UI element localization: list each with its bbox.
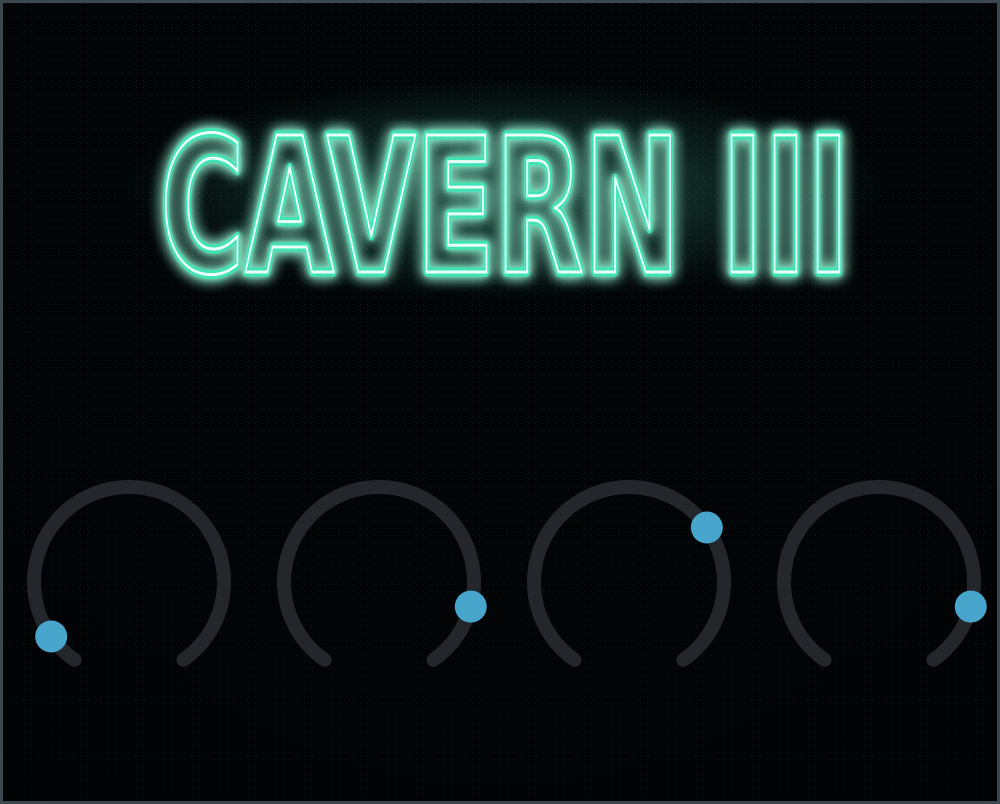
knob-2-track: [277, 480, 481, 667]
knob-4[interactable]: [764, 470, 994, 700]
logo-title: CAVERN III: [160, 98, 850, 317]
knob-1-indicator[interactable]: [35, 620, 68, 653]
knob-2-indicator[interactable]: [454, 590, 487, 623]
knob-3[interactable]: [514, 470, 744, 700]
knob-1-graphic: [27, 480, 231, 667]
knob-1[interactable]: [14, 470, 244, 700]
knob-3-graphic: [527, 480, 731, 667]
knob-3-track: [527, 480, 731, 667]
knob-4-indicator[interactable]: [954, 590, 987, 623]
knob-2-graphic: [277, 480, 487, 667]
knob-4-graphic: [777, 480, 987, 667]
knob-4-track: [777, 480, 981, 667]
knob-2[interactable]: [264, 470, 494, 700]
logo-area: CAVERN III CAVERN III: [0, 0, 1000, 400]
logo: CAVERN III CAVERN III: [125, 20, 885, 370]
knob-3-indicator[interactable]: [690, 511, 723, 544]
plugin-window: CAVERN III CAVERN III: [0, 0, 1000, 804]
